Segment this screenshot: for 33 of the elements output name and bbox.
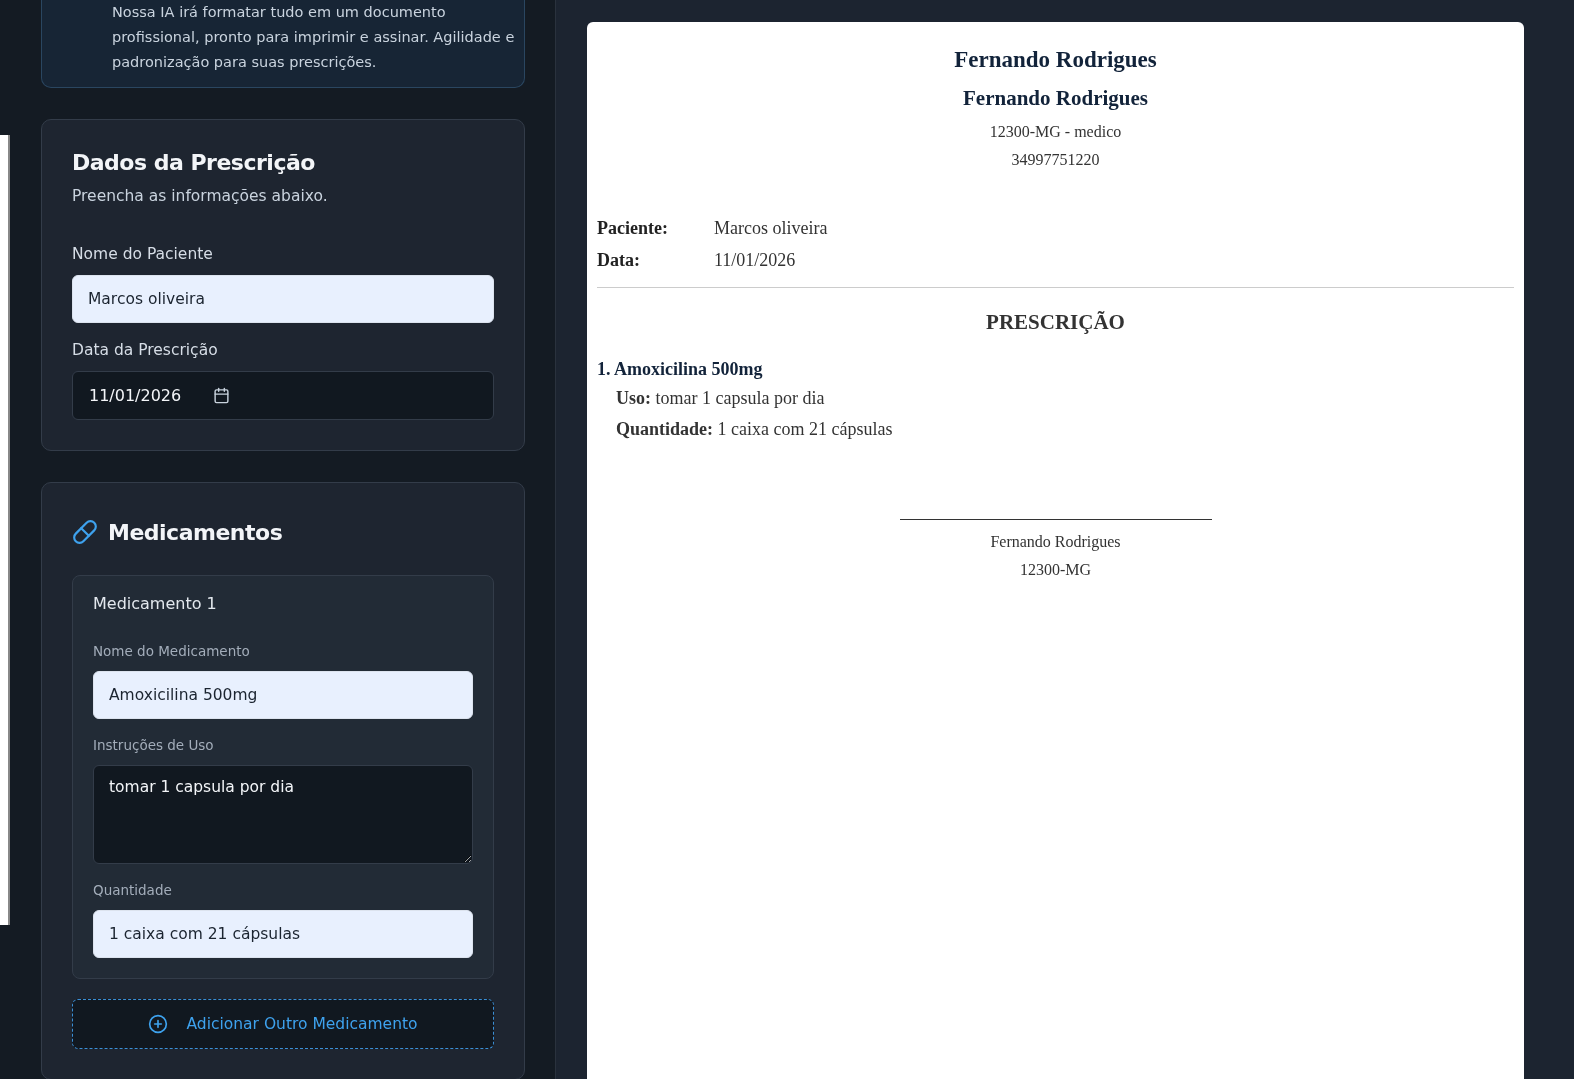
signature-text: Fernando Rodrigues <box>989 532 1122 553</box>
section-title: PRESCRIÇÃO <box>985 310 1126 335</box>
field-label: Instruções de Uso <box>93 737 215 753</box>
pill-icon <box>72 519 98 545</box>
info-label: Paciente: <box>597 217 669 240</box>
field-label: Nome do Paciente <box>72 245 214 263</box>
medication-detail: Uso: tomar 1 capsula por dia <box>615 387 826 410</box>
medication-detail: Quantidade: 1 caixa com 21 cápsulas <box>615 418 894 441</box>
field-label: Nome do Medicamento <box>93 643 251 659</box>
textarea-field[interactable]: tomar 1 capsula por dia <box>93 765 473 864</box>
text-field[interactable]: 1 caixa com 21 cápsulas <box>93 910 473 958</box>
add-medication-button[interactable]: Adicionar Outro Medicamento <box>72 999 494 1049</box>
document-header-text: 12300-MG - medico <box>988 122 1123 142</box>
plus-icon <box>148 1014 169 1034</box>
signature-text: 12300-MG <box>1018 560 1093 580</box>
medication-name: 1. Amoxicilina 500mg <box>597 358 764 381</box>
document-header-text: 34997751220 <box>1010 150 1101 170</box>
info-value: 11/01/2026 <box>714 249 796 272</box>
medication-title: Medicamento 1 <box>93 594 218 613</box>
info-label: Data: <box>597 249 641 272</box>
card-title: Medicamentos <box>108 519 283 545</box>
text-field[interactable]: Amoxicilina 500mg <box>93 671 473 719</box>
calendar-icon[interactable] <box>213 387 231 404</box>
info-value: Marcos oliveira <box>714 217 828 240</box>
date-field[interactable]: 11/01/2026 <box>72 371 494 420</box>
info-text: Nossa IA irá formatar tudo em um documento profissional, pronto para imprimir e assinar. Agilidade e padronização para suas prescrições. <box>112 3 516 72</box>
card-title: Dados da Prescrição <box>72 150 316 175</box>
field-label: Quantidade <box>93 882 173 898</box>
card-subtitle: Preencha as informações abaixo. <box>72 187 329 205</box>
document-header-text: Fernando Rodrigues <box>953 46 1158 74</box>
document-header-text: Fernando Rodrigues <box>962 85 1149 112</box>
field-label: Data da Prescrição <box>72 341 219 359</box>
text-field[interactable]: Marcos oliveira <box>72 275 494 323</box>
